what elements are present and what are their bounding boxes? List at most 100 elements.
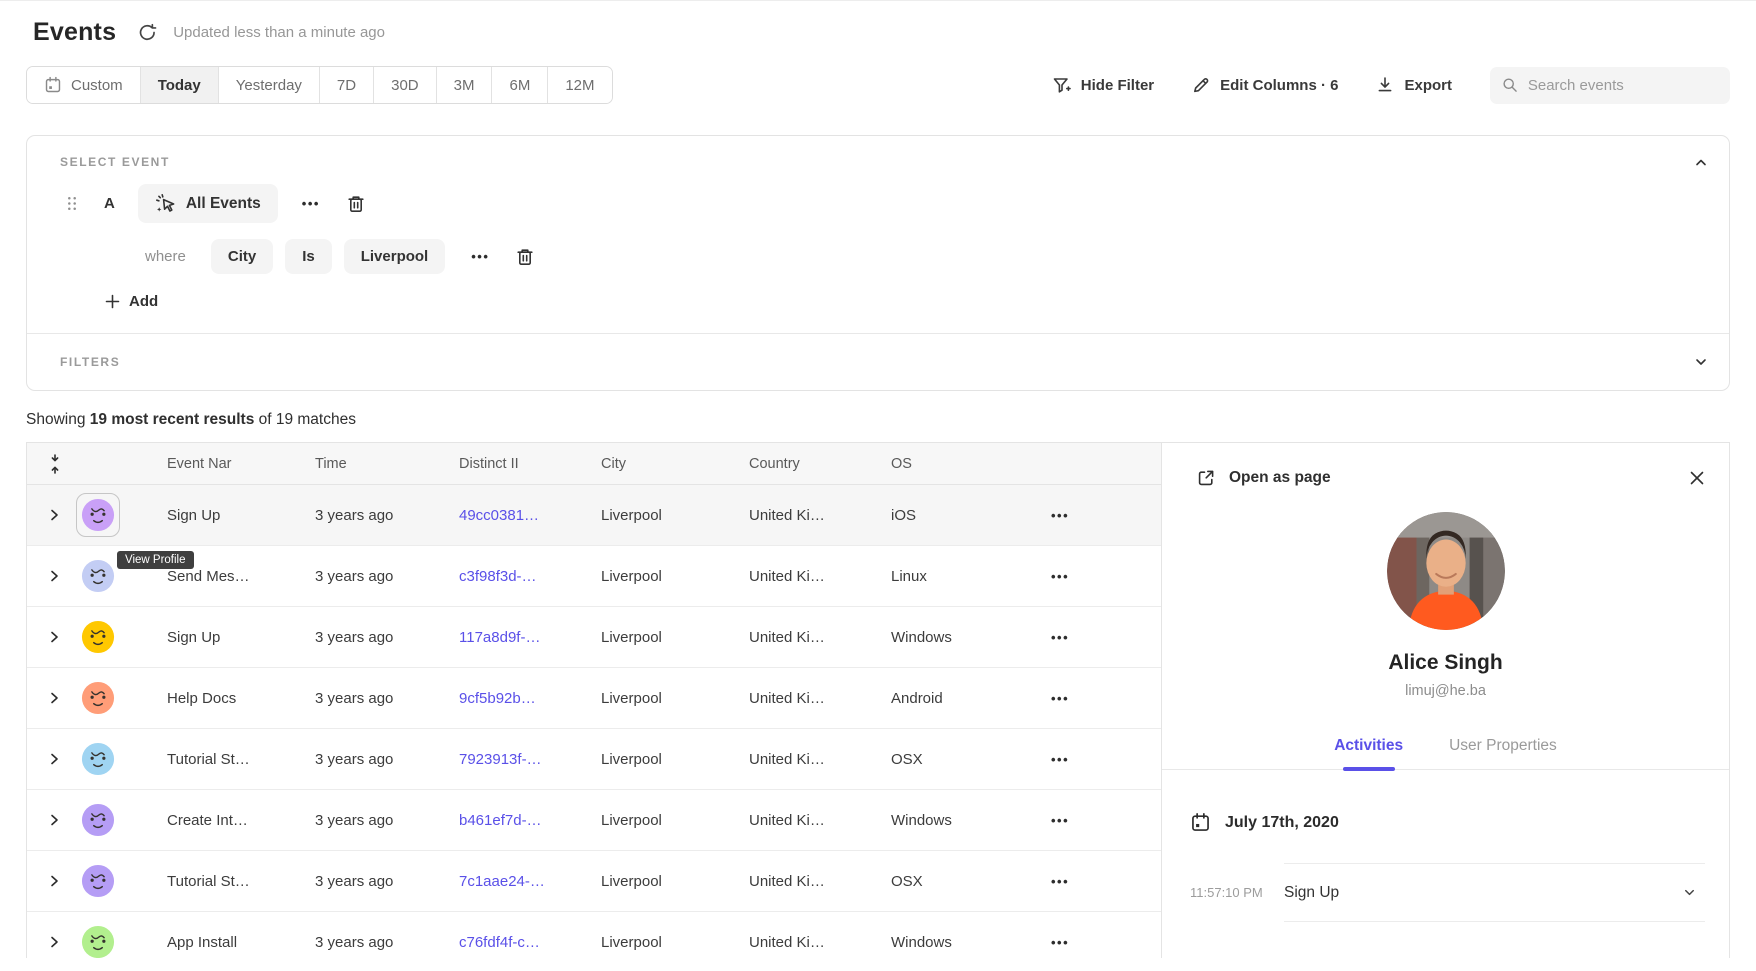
cell-event-name: Help Docs	[165, 690, 313, 707]
delete-where-button[interactable]	[515, 247, 535, 267]
add-event-button[interactable]: Add	[105, 293, 158, 310]
where-value-chip[interactable]: Liverpool	[344, 239, 446, 274]
cell-os: iOS	[889, 507, 1019, 524]
cell-os: Linux	[889, 568, 1019, 585]
toolbar-actions: Hide Filter Edit Columns · 6 Export	[1052, 67, 1730, 104]
event-more-menu[interactable]: •••	[298, 192, 324, 215]
row-expand-button[interactable]	[27, 485, 81, 545]
header-event-name[interactable]: Event Nar	[165, 456, 313, 472]
date-tab-7d[interactable]: 7D	[320, 67, 374, 103]
user-avatar[interactable]	[81, 742, 115, 776]
date-tab-today[interactable]: Today	[141, 67, 219, 103]
user-avatar[interactable]	[81, 864, 115, 898]
header-os[interactable]: OS	[889, 456, 1019, 472]
avatar-hover-box[interactable]	[76, 493, 120, 537]
search-events-input[interactable]	[1528, 77, 1718, 94]
user-avatar[interactable]	[81, 559, 115, 593]
header-city[interactable]: City	[599, 456, 747, 472]
export-button[interactable]: Export	[1376, 76, 1452, 94]
row-more-menu[interactable]: •••	[1047, 748, 1073, 771]
user-avatar[interactable]	[81, 925, 115, 958]
table-row[interactable]: Sign Up 3 years ago 49cc0381… Liverpool …	[27, 485, 1161, 546]
refresh-button[interactable]	[138, 23, 157, 42]
table-row[interactable]: Help Docs 3 years ago 9cf5b92b… Liverpoo…	[27, 668, 1161, 729]
cell-distinct-id-link[interactable]: 7c1aae24-…	[457, 873, 599, 890]
row-expand-button[interactable]	[27, 851, 81, 911]
row-expand-button[interactable]	[27, 668, 81, 728]
where-property-chip[interactable]: City	[211, 239, 273, 274]
chevron-right-icon	[49, 508, 60, 522]
header-distinct-id[interactable]: Distinct II	[457, 456, 599, 472]
row-more-menu[interactable]: •••	[1047, 931, 1073, 954]
refresh-icon	[138, 23, 157, 42]
avatar-cell	[81, 790, 165, 850]
tab-activities[interactable]: Activities	[1334, 737, 1403, 755]
date-tab-12m[interactable]: 12M	[548, 67, 611, 103]
collapse-rows-icon[interactable]	[27, 454, 81, 474]
drag-handle-icon[interactable]	[67, 196, 77, 211]
date-tab-30d[interactable]: 30D	[374, 67, 437, 103]
row-expand-button[interactable]	[27, 607, 81, 667]
where-more-menu[interactable]: •••	[467, 245, 493, 268]
event-query-row: A All Events •••	[27, 184, 1729, 223]
cell-city: Liverpool	[599, 934, 747, 951]
cell-distinct-id-link[interactable]: b461ef7d-…	[457, 812, 599, 829]
table-row[interactable]: Create Int… 3 years ago b461ef7d-… Liver…	[27, 790, 1161, 851]
cell-distinct-id-link[interactable]: c3f98f3d-…	[457, 568, 599, 585]
row-more-menu[interactable]: •••	[1047, 626, 1073, 649]
edit-columns-button[interactable]: Edit Columns · 6	[1192, 76, 1338, 94]
cell-os: Windows	[889, 934, 1019, 951]
header-time[interactable]: Time	[313, 456, 457, 472]
cell-distinct-id-link[interactable]: 117a8d9f-…	[457, 629, 599, 646]
date-tab-custom[interactable]: Custom	[27, 67, 141, 103]
header-country[interactable]: Country	[747, 456, 889, 472]
row-more-menu[interactable]: •••	[1047, 809, 1073, 832]
row-more-menu[interactable]: •••	[1047, 870, 1073, 893]
row-expand-button[interactable]	[27, 546, 81, 606]
profile-photo[interactable]	[1387, 512, 1505, 630]
row-more-menu[interactable]: •••	[1047, 565, 1073, 588]
chevron-up-icon	[1693, 154, 1709, 170]
cell-distinct-id-link[interactable]: 7923913f-…	[457, 751, 599, 768]
user-avatar[interactable]	[81, 681, 115, 715]
table-row[interactable]: View Profile Send Mes… 3 years ago c3f98…	[27, 546, 1161, 607]
collapse-panel-button[interactable]	[1693, 154, 1709, 170]
cell-distinct-id-link[interactable]: 9cf5b92b…	[457, 690, 599, 707]
date-tab-yesterday[interactable]: Yesterday	[219, 67, 320, 103]
date-tab-3m[interactable]: 3M	[437, 67, 493, 103]
activity-event-toggle[interactable]: Sign Up	[1284, 863, 1705, 922]
where-operator-chip[interactable]: Is	[285, 239, 332, 274]
table-row[interactable]: Tutorial St… 3 years ago 7c1aae24-… Live…	[27, 851, 1161, 912]
tab-user-properties[interactable]: User Properties	[1449, 737, 1557, 755]
user-avatar[interactable]	[81, 620, 115, 654]
hide-filter-button[interactable]: Hide Filter	[1052, 76, 1154, 95]
user-avatar[interactable]	[81, 498, 115, 532]
expand-filters-button[interactable]	[1693, 354, 1709, 370]
row-more-menu[interactable]: •••	[1047, 504, 1073, 527]
all-events-selector[interactable]: All Events	[138, 184, 278, 223]
table-row[interactable]: App Install 3 years ago c76fdf4f-c… Live…	[27, 912, 1161, 958]
cell-distinct-id-link[interactable]: 49cc0381…	[457, 507, 599, 524]
row-more-menu[interactable]: •••	[1047, 687, 1073, 710]
date-tab-6m[interactable]: 6M	[492, 67, 548, 103]
user-avatar[interactable]	[81, 803, 115, 837]
row-expand-button[interactable]	[27, 912, 81, 958]
delete-event-button[interactable]	[346, 194, 366, 214]
cell-event-name: Sign Up	[165, 629, 313, 646]
avatar-cell	[81, 912, 165, 958]
table-row[interactable]: Sign Up 3 years ago 117a8d9f-… Liverpool…	[27, 607, 1161, 668]
trash-icon	[346, 194, 366, 214]
close-panel-button[interactable]	[1689, 470, 1705, 486]
row-expand-button[interactable]	[27, 729, 81, 789]
table-row[interactable]: Tutorial St… 3 years ago 7923913f-… Live…	[27, 729, 1161, 790]
filters-bar[interactable]: FILTERS	[27, 333, 1729, 390]
cell-distinct-id-link[interactable]: c76fdf4f-c…	[457, 934, 599, 951]
external-link-icon	[1196, 468, 1216, 488]
calendar-icon	[44, 76, 62, 94]
row-expand-button[interactable]	[27, 790, 81, 850]
cell-country: United Ki…	[747, 873, 889, 890]
cell-os: Windows	[889, 812, 1019, 829]
open-as-page-button[interactable]: Open as page	[1196, 468, 1331, 488]
cell-city: Liverpool	[599, 629, 747, 646]
cell-city: Liverpool	[599, 812, 747, 829]
